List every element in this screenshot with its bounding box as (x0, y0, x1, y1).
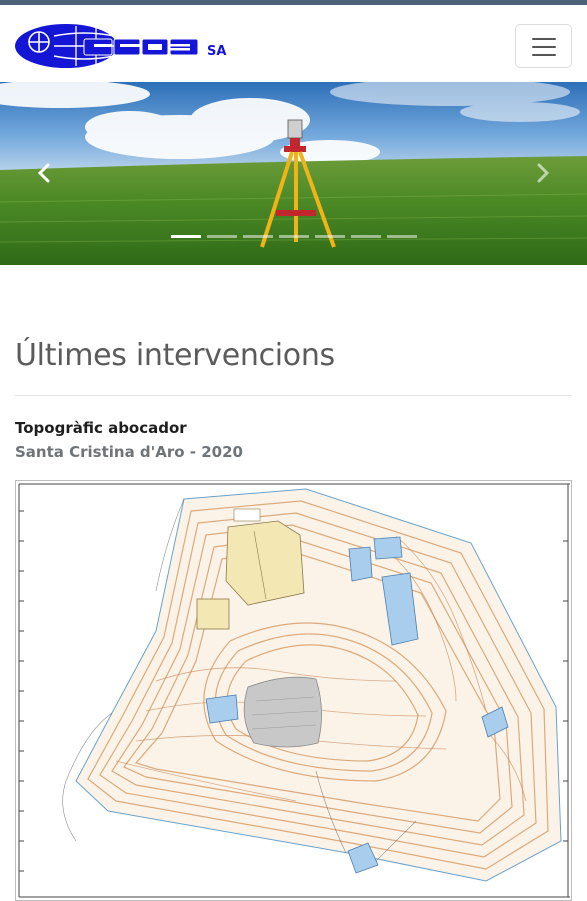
carousel-next-button[interactable] (528, 158, 558, 188)
hamburger-menu-icon (532, 38, 556, 40)
topographic-map-image (16, 481, 571, 900)
carousel-prev-button[interactable] (29, 158, 59, 188)
carousel-indicator[interactable] (351, 235, 381, 238)
logo-suffix: SA (207, 44, 226, 59)
intervention-plan-image[interactable] (15, 480, 572, 901)
intervention-subtitle: Santa Cristina d'Aro - 2020 (15, 443, 243, 461)
carousel-indicator[interactable] (171, 235, 201, 238)
section-divider (15, 395, 572, 396)
chevron-right-icon (537, 163, 550, 183)
carousel-indicators (171, 235, 417, 239)
carousel-indicator[interactable] (207, 235, 237, 238)
hamburger-menu-icon (532, 54, 556, 56)
carousel-indicator[interactable] (243, 235, 273, 238)
carousel-indicator[interactable] (315, 235, 345, 238)
carousel-indicator[interactable] (387, 235, 417, 238)
intervention-title[interactable]: Topogràfic abocador (15, 419, 187, 437)
chevron-left-icon (37, 163, 50, 183)
carousel-indicator[interactable] (279, 235, 309, 238)
hero-carousel (0, 82, 587, 265)
menu-toggle-button[interactable] (515, 24, 572, 68)
section-title: Últimes intervencions (15, 338, 335, 373)
hamburger-menu-icon (532, 46, 556, 48)
navbar: SA (0, 5, 587, 82)
brand-logo[interactable]: SA (14, 22, 236, 70)
